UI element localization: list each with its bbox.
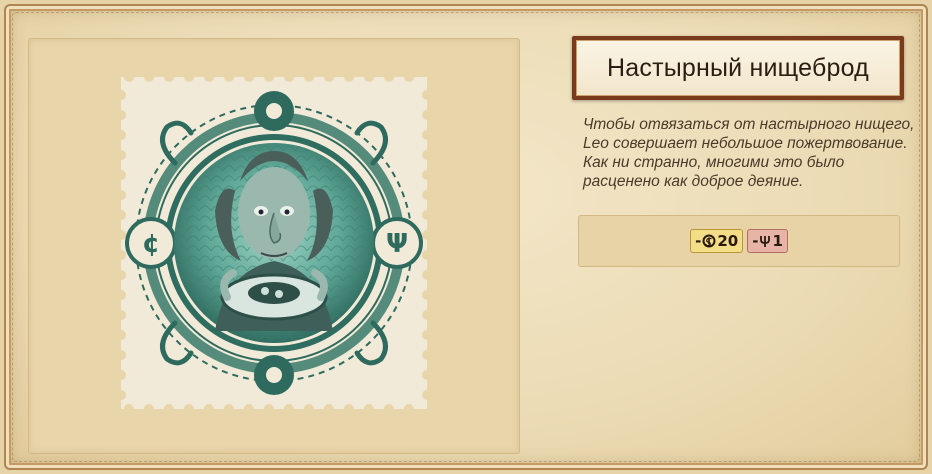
description-line: Как ни странно, многими это было	[583, 154, 845, 171]
event-title-box: Настырный нищеброд	[572, 36, 904, 100]
gold-coin-icon	[702, 234, 716, 248]
faith-effect-sign: -	[752, 232, 759, 250]
description-line: расценено как доброе деяние.	[583, 173, 804, 190]
trident-faith-icon	[760, 236, 771, 247]
description-line: Leo совершает небольшое пожертвование.	[583, 135, 908, 152]
event-window: ¢ Ψ Настырный нищеброд Чтобы отвязаться …	[4, 4, 928, 470]
gold-effect-value: 20	[717, 232, 739, 250]
svg-text:¢: ¢	[142, 229, 160, 259]
description-line: Чтобы отвязаться от настырного нищего,	[583, 116, 915, 133]
event-image-panel: ¢ Ψ	[28, 38, 520, 454]
event-title: Настырный нищеброд	[576, 40, 900, 96]
svg-text:Ψ: Ψ	[386, 229, 408, 259]
event-effects-panel: - 20 - 1	[578, 215, 900, 267]
faith-effect-badge: - 1	[747, 229, 788, 253]
beggar-stamp-illustration: ¢ Ψ	[116, 72, 432, 414]
faith-effect-value: 1	[772, 232, 783, 250]
gold-effect-badge: - 20	[690, 229, 744, 253]
event-description: Чтобы отвязаться от настырного нищего, L…	[583, 115, 915, 191]
gold-effect-sign: -	[695, 232, 702, 250]
